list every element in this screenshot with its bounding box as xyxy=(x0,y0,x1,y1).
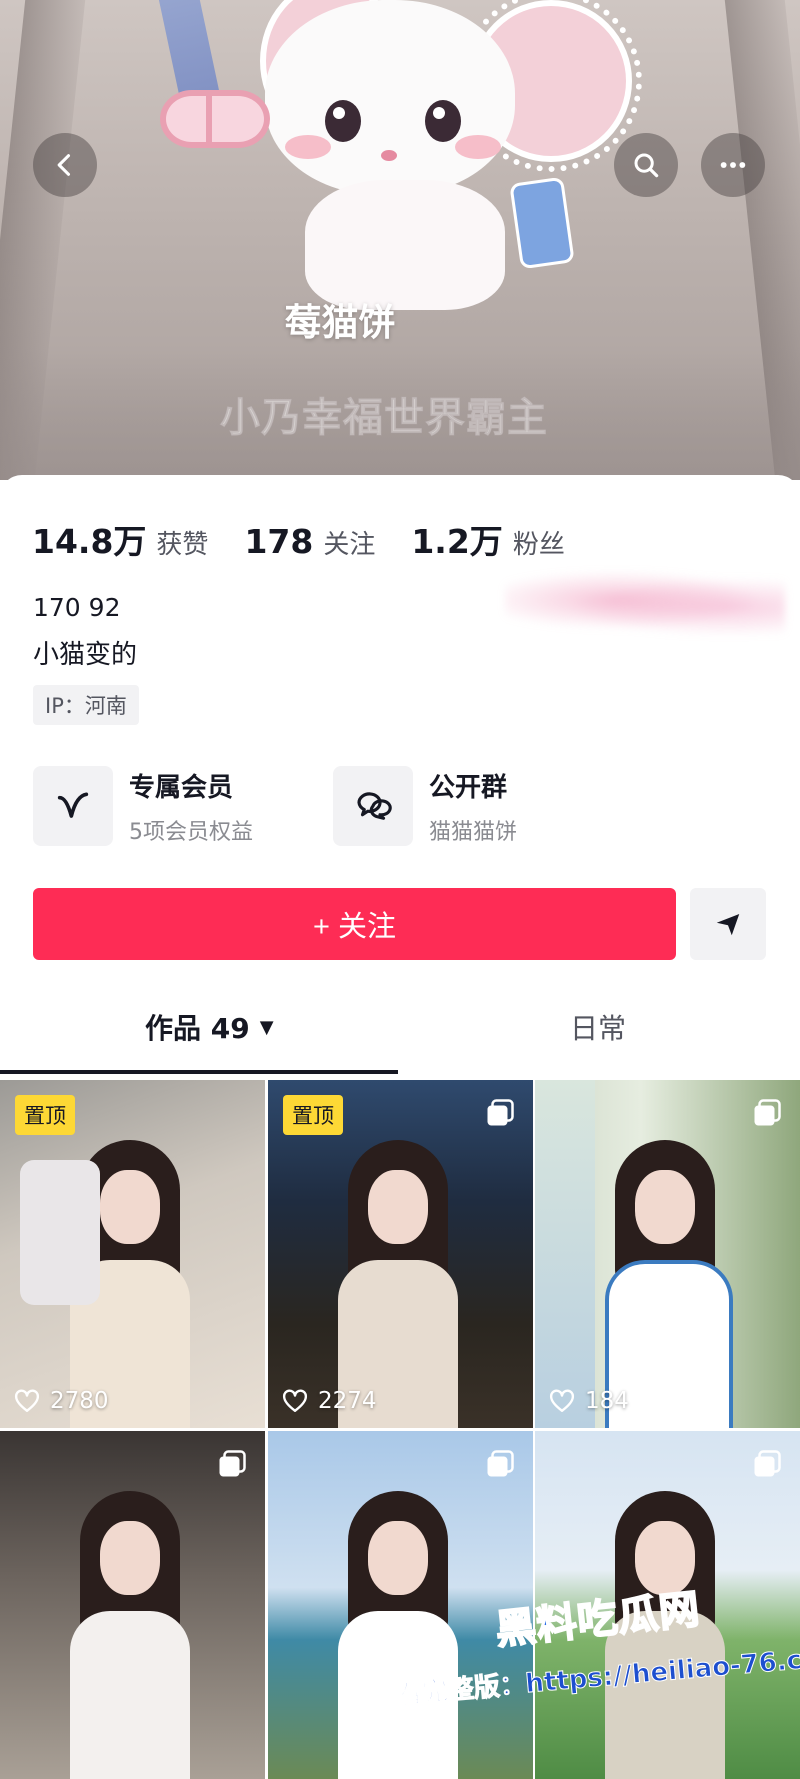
stat-value: 14.8万 xyxy=(32,522,147,561)
multi-image-icon xyxy=(487,1450,514,1477)
video-tile[interactable]: 184 xyxy=(535,1080,800,1428)
like-count: 2780 xyxy=(14,1388,109,1414)
person-silhouette xyxy=(338,1140,458,1428)
ip-location-tag: IP：河南 xyxy=(33,685,139,725)
banner-caption: 小乃幸福世界霸主 xyxy=(220,395,548,442)
bio-line: 170 92 xyxy=(33,593,121,622)
vending-machine xyxy=(535,1080,595,1428)
chevron-left-icon xyxy=(57,154,71,176)
stat-label: 关注 xyxy=(323,530,376,560)
like-count-value: 2274 xyxy=(318,1388,377,1414)
multi-image-icon xyxy=(219,1450,246,1477)
profile-card: 14.8万 获赞 178 关注 1.2万 粉丝 170 92 小猫变的 IP：河… xyxy=(0,475,800,1779)
search-icon xyxy=(634,153,659,178)
share-button[interactable] xyxy=(690,888,766,960)
blurred-region xyxy=(505,565,785,635)
more-button[interactable] xyxy=(701,133,765,197)
stat-label: 获赞 xyxy=(156,530,209,560)
multi-image-icon xyxy=(487,1099,514,1126)
pinned-badge: 置顶 xyxy=(283,1095,343,1135)
like-count-value: 2780 xyxy=(50,1388,109,1414)
tab-works[interactable]: 作品 49 ▼ xyxy=(145,983,274,1071)
stat-followers[interactable]: 1.2万 粉丝 xyxy=(411,515,564,563)
phone-illustration xyxy=(20,1160,100,1305)
mascot-cheek xyxy=(285,135,331,159)
public-group-entry[interactable]: 公开群 猫猫猫饼 xyxy=(333,766,517,846)
heart-icon xyxy=(282,1389,308,1412)
heart-icon xyxy=(14,1389,40,1412)
person-silhouette xyxy=(605,1140,733,1428)
profile-banner: 莓猫饼 小乃幸福世界霸主 xyxy=(0,0,800,480)
mascot-cheek xyxy=(455,135,501,159)
back-button[interactable] xyxy=(33,133,97,197)
follow-button[interactable]: + 关注 xyxy=(33,888,676,960)
mascot-body xyxy=(305,180,505,310)
feature-subtitle: 5项会员权益 xyxy=(129,819,253,845)
stat-value: 1.2万 xyxy=(411,522,503,561)
content-tabs: 作品 49 ▼ 日常 xyxy=(0,983,800,1071)
video-tile[interactable]: 置顶 2274 xyxy=(268,1080,533,1428)
profile-stats: 14.8万 获赞 178 关注 1.2万 粉丝 xyxy=(32,515,601,563)
mascot-head xyxy=(265,0,515,195)
stat-likes[interactable]: 14.8万 获赞 xyxy=(32,515,208,563)
heart-icon xyxy=(549,1389,575,1412)
tab-daily[interactable]: 日常 xyxy=(570,983,626,1071)
phone-illustration xyxy=(509,176,575,270)
profile-name: 莓猫饼 xyxy=(284,301,396,344)
mascot-nose xyxy=(381,150,397,161)
stat-label: 粉丝 xyxy=(512,530,565,560)
like-count: 184 xyxy=(549,1388,629,1414)
mascot-eye xyxy=(325,100,361,142)
multi-image-icon xyxy=(754,1099,781,1126)
feature-subtitle: 猫猫猫饼 xyxy=(429,819,518,845)
tab-active-indicator xyxy=(0,1070,398,1074)
like-count: 2274 xyxy=(282,1388,377,1414)
stat-following[interactable]: 178 关注 xyxy=(244,522,375,561)
like-count-value: 184 xyxy=(585,1388,629,1414)
tab-label: 日常 xyxy=(570,1012,627,1045)
bow-illustration xyxy=(160,90,270,150)
caret-down-icon: ▼ xyxy=(259,1016,274,1038)
person-silhouette xyxy=(70,1491,190,1779)
watermark-brand: 黑料吃瓜网 xyxy=(493,1585,704,1654)
pinned-badge: 置顶 xyxy=(15,1095,75,1135)
stat-value: 178 xyxy=(244,522,314,561)
search-button[interactable] xyxy=(614,133,678,197)
tab-label: 作品 49 xyxy=(145,1012,250,1045)
multi-image-icon xyxy=(754,1450,781,1477)
watermark-url: 看完整版：https://heiliao-76.com xyxy=(394,1641,800,1711)
video-tile[interactable]: 置顶 2780 xyxy=(0,1080,265,1428)
watermark-overlay: 黑料吃瓜网 看完整版：https://heiliao-76.com xyxy=(394,1575,800,1725)
group-chat-icon xyxy=(333,766,413,846)
feature-title: 公开群 xyxy=(429,772,508,803)
exclusive-membership-entry[interactable]: 专属会员 5项会员权益 xyxy=(33,766,253,846)
vip-v-icon xyxy=(33,766,113,846)
feature-title: 专属会员 xyxy=(129,772,234,803)
send-icon xyxy=(716,914,740,936)
mascot-eye xyxy=(425,100,461,142)
video-tile[interactable] xyxy=(0,1431,265,1779)
bio-line: 小猫变的 xyxy=(33,640,138,670)
more-horizontal-icon xyxy=(720,162,746,168)
